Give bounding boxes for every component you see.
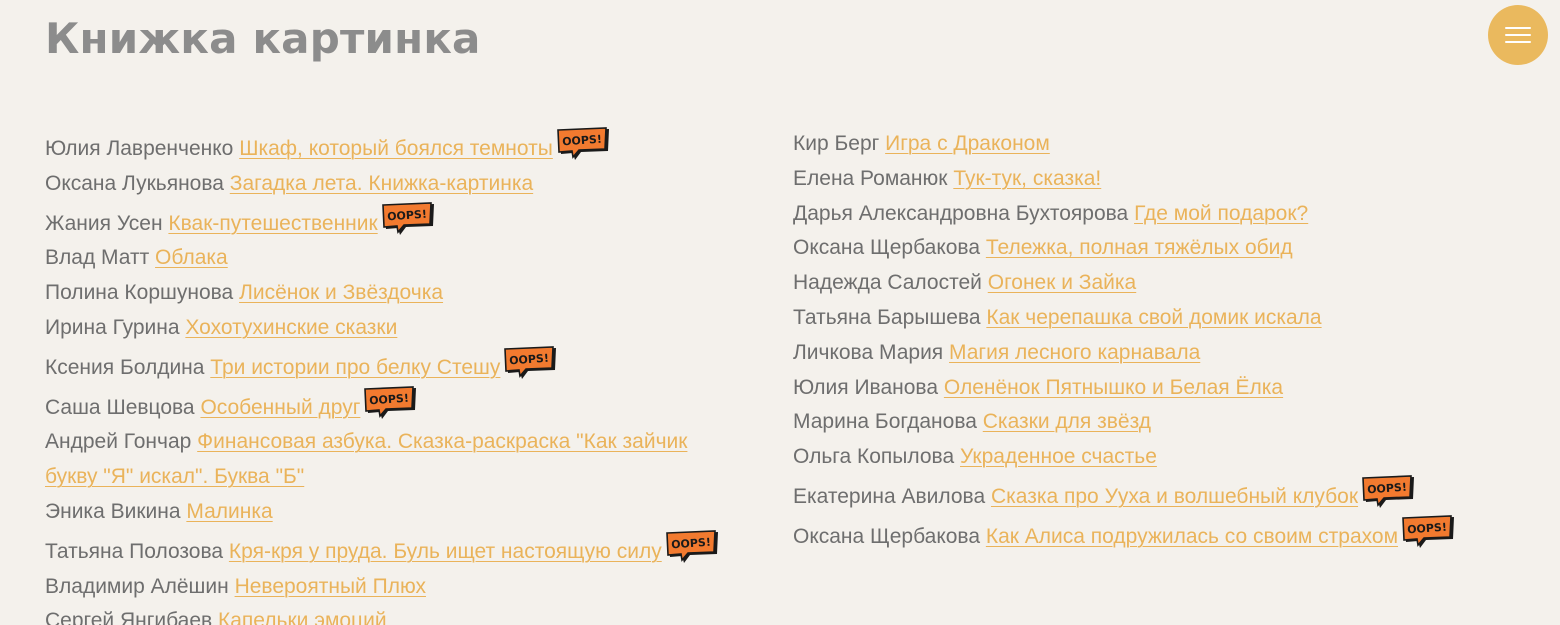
book-entry: Сергей Янгибаев Капельки эмоций	[45, 604, 790, 625]
author-name: Марина Богданова	[793, 410, 983, 434]
oops-badge-icon: OOPS!	[664, 529, 720, 564]
author-name: Жания Усен	[45, 211, 169, 235]
author-name: Юлия Лавренченко	[45, 137, 240, 160]
author-name: Елена Романюк	[793, 166, 954, 190]
hamburger-menu-icon-bar	[1505, 41, 1531, 43]
book-title-link[interactable]: Квак-путешественник	[168, 212, 377, 235]
oops-badge-label: OOPS!	[386, 207, 427, 223]
book-entry: Эника Викина Малинка	[45, 495, 790, 530]
book-entry: Ксения Болдина Три истории про белку Сте…	[45, 345, 790, 386]
book-title-link[interactable]: Магия лесного карнавала	[949, 341, 1200, 364]
book-title-link[interactable]: Сказка про Ууха и волшебный клубок	[991, 485, 1358, 508]
book-entry: Татьяна Барышева Как черепашка свой доми…	[793, 301, 1538, 336]
book-title-link[interactable]: Особенный друг	[200, 396, 360, 419]
author-name: Кир Берг	[793, 132, 886, 155]
left-book-list: Юлия Лавренченко Шкаф, который боялся те…	[45, 127, 790, 625]
book-entry: Личкова Мария Магия лесного карнавала	[793, 336, 1538, 371]
book-entry: Надежда Салостей Огонек и Зайка	[793, 266, 1538, 301]
book-title-link[interactable]: Сказки для звёзд	[983, 410, 1151, 433]
oops-badge-icon: OOPS!	[502, 345, 558, 380]
book-title-link[interactable]: Кря-кря у пруда. Буль ищет настоящую сил…	[229, 540, 662, 563]
book-title-link[interactable]: Загадка лета. Книжка-картинка	[230, 172, 533, 195]
book-title-link[interactable]: Лисёнок и Звёздочка	[239, 281, 443, 304]
author-name: Дарья Александровна Бухтоярова	[793, 201, 1135, 225]
author-name: Надежда Салостей	[793, 271, 988, 295]
book-title-link[interactable]: Тележка, полная тяжёлых обид	[986, 236, 1293, 259]
author-name: Татьяна Барышева	[793, 305, 987, 329]
oops-badge-label: OOPS!	[509, 351, 550, 367]
author-name: Саша Шевцова	[45, 395, 201, 419]
book-entry: Дарья Александровна Бухтоярова Где мой п…	[793, 197, 1538, 232]
book-title-link[interactable]: Хохотухинские сказки	[185, 316, 397, 339]
author-name: Ирина Гурина	[45, 315, 186, 339]
book-entry: Оксана Лукьянова Загадка лета. Книжка-ка…	[45, 167, 790, 202]
book-title-link[interactable]: Капельки эмоций	[218, 609, 387, 625]
book-entry: Татьяна Полозова Кря-кря у пруда. Буль и…	[45, 529, 790, 570]
author-name: Личкова Мария	[793, 340, 950, 364]
oops-badge-icon: OOPS!	[555, 127, 611, 161]
book-entry: Юлия Иванова Оленёнок Пятнышко и Белая Ё…	[793, 371, 1538, 406]
oops-badge-label: OOPS!	[562, 133, 603, 149]
book-title-link[interactable]: Тук-тук, сказка!	[953, 167, 1101, 190]
author-name: Оксана Лукьянова	[45, 171, 230, 195]
hamburger-menu-icon-bar	[1505, 34, 1531, 36]
oops-badge-label: OOPS!	[369, 391, 410, 407]
book-entry: Ирина Гурина Хохотухинские сказки	[45, 311, 790, 346]
author-name: Ксения Болдина	[45, 355, 211, 379]
book-entry: Саша Шевцова Особенный друг OOPS!	[45, 385, 790, 426]
author-name: Ольга Копылова	[793, 445, 960, 469]
author-name: Екатерина Авилова	[793, 484, 991, 508]
book-title-link[interactable]: Игра с Драконом	[885, 132, 1050, 155]
book-entry: Жания Усен Квак-путешественник OOPS!	[45, 201, 790, 242]
book-entry: Марина Богданова Сказки для звёзд	[793, 405, 1538, 440]
book-title-link[interactable]: Украденное счастье	[960, 445, 1157, 468]
book-entry: Влад Матт Облака	[45, 241, 790, 276]
author-name: Полина Коршунова	[45, 281, 240, 305]
book-entry: Владимир Алёшин Невероятный Плюх	[45, 570, 790, 605]
book-entry: Полина Коршунова Лисёнок и Звёздочка	[45, 276, 790, 311]
author-name: Сергей Янгибаев	[45, 609, 219, 625]
book-title-link[interactable]: Облака	[155, 246, 228, 269]
oops-badge-icon: OOPS!	[1360, 475, 1416, 509]
author-name: Владимир Алёшин	[45, 574, 235, 598]
oops-badge-label: OOPS!	[671, 535, 712, 551]
book-title-link[interactable]: Шкаф, который боялся темноты	[239, 137, 553, 160]
book-title-link[interactable]: Как Алиса подружилась со своим страхом	[986, 525, 1398, 548]
author-name: Оксана Щербакова	[793, 236, 986, 260]
book-entry: Оксана Щербакова Тележка, полная тяжёлых…	[793, 231, 1538, 266]
book-title-link[interactable]: Малинка	[186, 500, 272, 523]
menu-button[interactable]	[1488, 5, 1548, 65]
book-entry: Оксана Щербакова Как Алиса подружилась с…	[793, 514, 1538, 555]
book-entry: Ольга Копылова Украденное счастье	[793, 440, 1538, 475]
book-title-link[interactable]: Огонек и Зайка	[988, 271, 1137, 294]
author-name: Андрей Гончар	[45, 430, 198, 454]
oops-badge-label: OOPS!	[1407, 520, 1448, 536]
book-title-link[interactable]: Где мой подарок?	[1134, 202, 1308, 225]
book-title-link[interactable]: Три истории про белку Стешу	[210, 356, 500, 379]
author-name: Юлия Иванова	[793, 375, 944, 399]
book-title-link[interactable]: Оленёнок Пятнышко и Белая Ёлка	[944, 376, 1283, 399]
book-entry: Кир Берг Игра с Драконом	[793, 127, 1538, 162]
book-title-link[interactable]: Невероятный Плюх	[235, 575, 426, 598]
oops-badge-icon: OOPS!	[380, 201, 436, 236]
book-entry: Андрей Гончар Финансовая азбука. Сказка-…	[45, 425, 695, 495]
oops-badge-icon: OOPS!	[362, 385, 418, 420]
author-name: Эника Викина	[45, 499, 187, 523]
author-name: Оксана Щербакова	[793, 524, 986, 548]
hamburger-menu-icon-bar	[1505, 27, 1531, 29]
book-entry: Елена Романюк Тук-тук, сказка!	[793, 162, 1538, 197]
page-title: Книжка картинка	[45, 14, 481, 63]
book-entry: Юлия Лавренченко Шкаф, который боялся те…	[45, 127, 790, 167]
book-title-link[interactable]: Как черепашка свой домик искала	[986, 306, 1321, 329]
author-name: Татьяна Полозова	[45, 539, 229, 563]
oops-badge-label: OOPS!	[1367, 481, 1408, 497]
author-name: Влад Матт	[45, 246, 156, 270]
right-book-list: Кир Берг Игра с Драконом Елена Романюк Ту…	[793, 127, 1538, 555]
book-entry: Екатерина Авилова Сказка про Ууха и волш…	[793, 475, 1538, 515]
oops-badge-icon: OOPS!	[1400, 514, 1456, 549]
